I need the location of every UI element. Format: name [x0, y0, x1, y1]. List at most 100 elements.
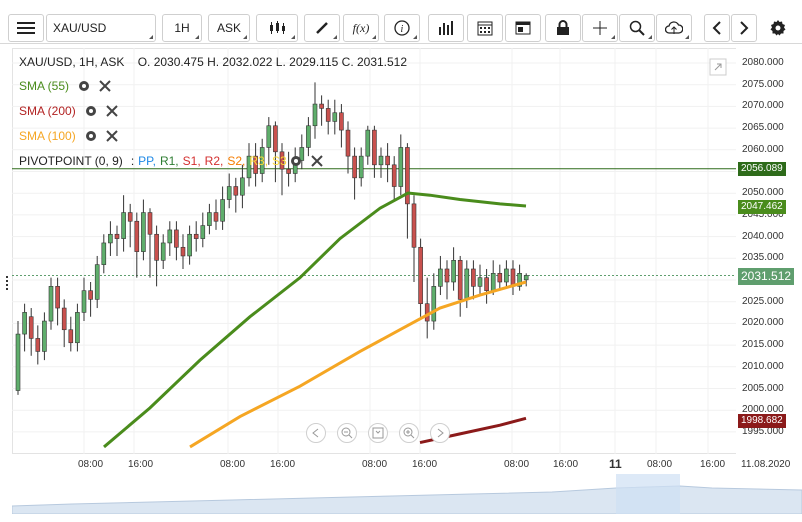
candle-body	[332, 112, 338, 122]
candle-body	[174, 229, 179, 248]
gear-icon[interactable]	[77, 79, 91, 93]
candle-body	[306, 125, 311, 148]
candle-body	[207, 212, 212, 226]
indicator-label: PIVOTPOINT (0, 9)	[19, 154, 123, 168]
indicator-sma100: SMA (100)	[19, 129, 118, 143]
candle-body	[523, 275, 529, 281]
candle-body	[378, 155, 384, 166]
candle-body	[325, 108, 331, 122]
chevron-right-icon	[437, 428, 444, 438]
candle-body	[477, 277, 483, 287]
candle-body	[160, 242, 166, 261]
candle-body	[88, 290, 93, 300]
candle-body	[312, 103, 318, 127]
time-label: 08:00	[78, 459, 104, 470]
price-axis-label: 2065.000	[742, 122, 784, 134]
candle-body	[451, 259, 456, 283]
candle-body	[127, 212, 133, 222]
time-label: 08:00	[504, 459, 530, 470]
candle-body	[490, 273, 496, 291]
candle-body	[504, 268, 509, 283]
scroll-back-button[interactable]	[306, 423, 326, 443]
candle-body	[35, 338, 41, 352]
time-label: 08:00	[362, 459, 388, 470]
candle-body	[68, 329, 74, 344]
price-axis-label: 2015.000	[742, 339, 784, 351]
navigator-strip[interactable]	[12, 474, 802, 514]
candle-body	[42, 320, 47, 352]
time-label: 16:00	[700, 459, 726, 470]
candle-body	[147, 212, 153, 235]
candle-body	[55, 286, 60, 309]
pivot-r2: R2,	[204, 154, 224, 168]
fit-button[interactable]	[368, 423, 388, 443]
price-axis-label: 2075.000	[742, 78, 784, 90]
candle-body	[200, 225, 206, 239]
current-price-tag: 2031.512	[738, 268, 795, 285]
candle-body	[81, 290, 87, 313]
ohlc-legend: XAU/USD, 1H, ASK O. 2030.475 H. 2032.022…	[19, 55, 408, 69]
indicator-sma55: SMA (55)	[19, 79, 111, 93]
candle-body	[484, 277, 489, 291]
candle-body	[240, 177, 245, 196]
candle-body	[457, 259, 463, 300]
close-icon[interactable]	[105, 130, 118, 142]
scroll-forward-button[interactable]	[430, 423, 450, 443]
indicator-label: SMA (100)	[19, 129, 76, 143]
price-axis-label: 2010.000	[742, 360, 784, 372]
candle-body	[101, 242, 107, 265]
close-icon[interactable]	[99, 80, 111, 92]
navigator-window[interactable]	[616, 474, 680, 514]
price-axis-label: 2070.000	[742, 100, 784, 112]
pivot-s2: S2,	[227, 154, 246, 168]
price-axis-label: 2020.000	[742, 317, 784, 329]
drag-handle[interactable]	[6, 276, 12, 290]
candle-body	[226, 186, 232, 200]
candle-body	[193, 233, 199, 239]
indicator-label: SMA (55)	[19, 79, 70, 93]
candle-body	[75, 312, 80, 344]
popout-icon[interactable]	[709, 58, 727, 76]
candle-body	[266, 125, 272, 148]
zoom-in-icon	[403, 427, 415, 439]
candle-body	[15, 333, 21, 391]
candle-body	[167, 229, 173, 244]
time-label: 11.08.2020	[741, 459, 791, 470]
chevron-left-icon	[312, 428, 319, 438]
candle-body	[273, 125, 278, 153]
price-axis-label: 2025.000	[742, 295, 784, 307]
gear-icon[interactable]	[84, 104, 98, 118]
pivot-price-tag: 2056.089	[738, 162, 786, 176]
candle-body	[108, 233, 113, 244]
time-label: 16:00	[128, 459, 154, 470]
pivot-r1: R1,	[159, 154, 179, 168]
price-axis-label: 2005.000	[742, 382, 784, 394]
time-label: 16:00	[270, 459, 296, 470]
close-icon[interactable]	[105, 105, 118, 117]
candle-body	[114, 233, 120, 239]
zoom-out-button[interactable]	[337, 423, 357, 443]
candle-body	[497, 273, 503, 283]
candle-body	[358, 155, 364, 179]
gear-icon[interactable]	[84, 129, 98, 143]
candle-body	[391, 164, 397, 187]
gear-icon[interactable]	[289, 154, 303, 168]
candle-body	[28, 316, 34, 339]
sma100-line	[189, 280, 527, 449]
candle-body	[424, 303, 430, 322]
candle-body	[345, 129, 351, 157]
candle-body	[213, 212, 219, 222]
candle-body	[418, 246, 423, 304]
price-axis-label: 2060.000	[742, 143, 784, 155]
candle-body	[319, 103, 324, 109]
candlestick-chart[interactable]	[0, 0, 802, 522]
price-axis-label: 2050.000	[742, 187, 784, 199]
candle-body	[233, 186, 239, 196]
zoom-in-button[interactable]	[399, 423, 419, 443]
candle-body	[134, 220, 140, 252]
candle-body	[61, 307, 67, 331]
sma55-line	[103, 191, 527, 449]
pivot-colon: :	[130, 154, 135, 168]
close-icon[interactable]	[311, 155, 323, 167]
candle-body	[339, 112, 344, 131]
